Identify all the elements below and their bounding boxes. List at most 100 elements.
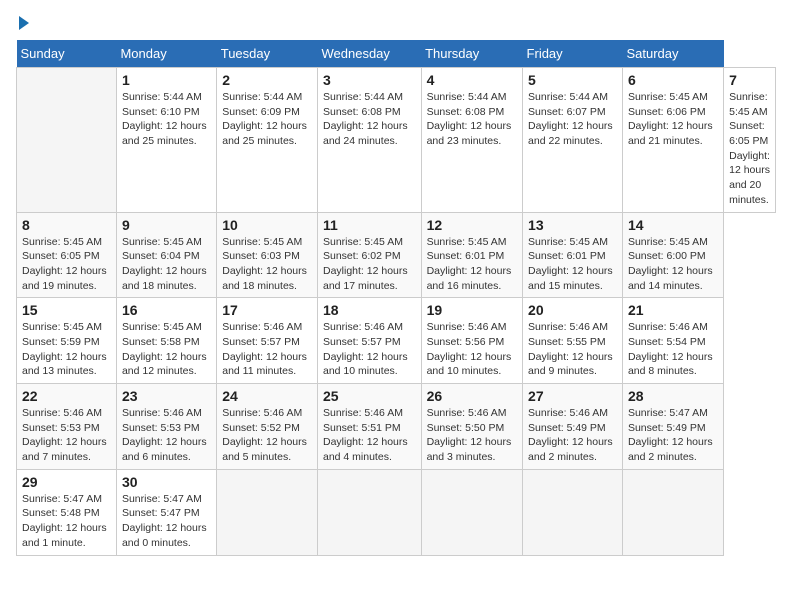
day-info: Sunrise: 5:46 AMSunset: 5:53 PMDaylight:…: [22, 406, 111, 465]
day-number: 20: [528, 302, 617, 318]
day-cell: 22 Sunrise: 5:46 AMSunset: 5:53 PMDayligh…: [17, 384, 117, 470]
week-row-1: 1 Sunrise: 5:44 AMSunset: 6:10 PMDaylight…: [17, 68, 776, 213]
day-info: Sunrise: 5:46 AMSunset: 5:49 PMDaylight:…: [528, 406, 617, 465]
day-info: Sunrise: 5:44 AMSunset: 6:10 PMDaylight:…: [122, 90, 211, 149]
day-cell: 2Sunrise: 5:44 AMSunset: 6:09 PMDaylight…: [217, 68, 318, 213]
logo: [16, 16, 29, 30]
day-info: Sunrise: 5:44 AMSunset: 6:07 PMDaylight:…: [528, 90, 617, 149]
day-cell: 16 Sunrise: 5:45 AMSunset: 5:58 PMDayligh…: [116, 298, 216, 384]
day-cell: 19Sunrise: 5:46 AMSunset: 5:56 PMDayligh…: [421, 298, 522, 384]
day-number: 14: [628, 217, 718, 233]
day-number: 4: [427, 72, 517, 88]
day-number: 17: [222, 302, 312, 318]
day-info: Sunrise: 5:45 AMSunset: 6:05 PMDaylight:…: [22, 235, 111, 294]
column-header-monday: Monday: [116, 40, 216, 68]
day-cell: 7 Sunrise: 5:45 AMSunset: 6:05 PMDaylight…: [724, 68, 776, 213]
day-number: 13: [528, 217, 617, 233]
day-info: Sunrise: 5:46 AMSunset: 5:52 PMDaylight:…: [222, 406, 312, 465]
day-cell: [523, 469, 623, 555]
header-row: SundayMondayTuesdayWednesdayThursdayFrid…: [17, 40, 776, 68]
column-header-wednesday: Wednesday: [317, 40, 421, 68]
day-cell: 15 Sunrise: 5:45 AMSunset: 5:59 PMDayligh…: [17, 298, 117, 384]
day-number: 25: [323, 388, 416, 404]
day-info: Sunrise: 5:45 AMSunset: 6:02 PMDaylight:…: [323, 235, 416, 294]
day-number: 27: [528, 388, 617, 404]
column-header-sunday: Sunday: [17, 40, 117, 68]
column-header-friday: Friday: [523, 40, 623, 68]
day-info: Sunrise: 5:46 AMSunset: 5:51 PMDaylight:…: [323, 406, 416, 465]
day-number: 15: [22, 302, 111, 318]
day-cell: 23Sunrise: 5:46 AMSunset: 5:53 PMDayligh…: [116, 384, 216, 470]
day-number: 16: [122, 302, 211, 318]
day-info: Sunrise: 5:44 AMSunset: 6:08 PMDaylight:…: [427, 90, 517, 149]
day-cell: [317, 469, 421, 555]
day-number: 10: [222, 217, 312, 233]
day-info: Sunrise: 5:45 AMSunset: 6:05 PMDaylight:…: [729, 90, 770, 208]
day-cell: [622, 469, 723, 555]
day-cell: 27 Sunrise: 5:46 AMSunset: 5:49 PMDayligh…: [523, 384, 623, 470]
day-cell: 28 Sunrise: 5:47 AMSunset: 5:49 PMDayligh…: [622, 384, 723, 470]
day-number: 3: [323, 72, 416, 88]
day-cell: 18 Sunrise: 5:46 AMSunset: 5:57 PMDayligh…: [317, 298, 421, 384]
day-number: 19: [427, 302, 517, 318]
day-number: 12: [427, 217, 517, 233]
day-cell: 9 Sunrise: 5:45 AMSunset: 6:04 PMDaylight…: [116, 212, 216, 298]
day-info: Sunrise: 5:47 AMSunset: 5:47 PMDaylight:…: [122, 492, 211, 551]
week-row-5: 29Sunrise: 5:47 AMSunset: 5:48 PMDayligh…: [17, 469, 776, 555]
column-header-tuesday: Tuesday: [217, 40, 318, 68]
day-number: 2: [222, 72, 312, 88]
day-info: Sunrise: 5:47 AMSunset: 5:49 PMDaylight:…: [628, 406, 718, 465]
week-row-2: 8 Sunrise: 5:45 AMSunset: 6:05 PMDaylight…: [17, 212, 776, 298]
day-cell: 13 Sunrise: 5:45 AMSunset: 6:01 PMDayligh…: [523, 212, 623, 298]
day-cell: 29Sunrise: 5:47 AMSunset: 5:48 PMDayligh…: [17, 469, 117, 555]
day-number: 6: [628, 72, 718, 88]
day-info: Sunrise: 5:45 AMSunset: 5:59 PMDaylight:…: [22, 320, 111, 379]
day-number: 8: [22, 217, 111, 233]
day-info: Sunrise: 5:45 AMSunset: 6:01 PMDaylight:…: [427, 235, 517, 294]
day-info: Sunrise: 5:45 AMSunset: 6:04 PMDaylight:…: [122, 235, 211, 294]
day-number: 21: [628, 302, 718, 318]
day-cell: 8 Sunrise: 5:45 AMSunset: 6:05 PMDaylight…: [17, 212, 117, 298]
day-cell: 25 Sunrise: 5:46 AMSunset: 5:51 PMDayligh…: [317, 384, 421, 470]
day-cell: 14 Sunrise: 5:45 AMSunset: 6:00 PMDayligh…: [622, 212, 723, 298]
day-cell: 26Sunrise: 5:46 AMSunset: 5:50 PMDayligh…: [421, 384, 522, 470]
day-cell: 5 Sunrise: 5:44 AMSunset: 6:07 PMDaylight…: [523, 68, 623, 213]
day-cell: 6 Sunrise: 5:45 AMSunset: 6:06 PMDaylight…: [622, 68, 723, 213]
day-number: 9: [122, 217, 211, 233]
day-cell: 1 Sunrise: 5:44 AMSunset: 6:10 PMDaylight…: [116, 68, 216, 213]
day-number: 30: [122, 474, 211, 490]
week-row-4: 22 Sunrise: 5:46 AMSunset: 5:53 PMDayligh…: [17, 384, 776, 470]
day-info: Sunrise: 5:46 AMSunset: 5:57 PMDaylight:…: [323, 320, 416, 379]
day-cell: 12 Sunrise: 5:45 AMSunset: 6:01 PMDayligh…: [421, 212, 522, 298]
day-cell: 20Sunrise: 5:46 AMSunset: 5:55 PMDayligh…: [523, 298, 623, 384]
day-info: Sunrise: 5:45 AMSunset: 6:06 PMDaylight:…: [628, 90, 718, 149]
day-number: 23: [122, 388, 211, 404]
day-cell: 3Sunrise: 5:44 AMSunset: 6:08 PMDaylight…: [317, 68, 421, 213]
day-cell: 21 Sunrise: 5:46 AMSunset: 5:54 PMDayligh…: [622, 298, 723, 384]
day-number: 7: [729, 72, 770, 88]
day-cell: 24 Sunrise: 5:46 AMSunset: 5:52 PMDayligh…: [217, 384, 318, 470]
empty-cell: [17, 68, 117, 213]
day-cell: 30 Sunrise: 5:47 AMSunset: 5:47 PMDayligh…: [116, 469, 216, 555]
day-number: 29: [22, 474, 111, 490]
day-cell: 17 Sunrise: 5:46 AMSunset: 5:57 PMDayligh…: [217, 298, 318, 384]
day-number: 1: [122, 72, 211, 88]
day-cell: [421, 469, 522, 555]
day-info: Sunrise: 5:45 AMSunset: 6:01 PMDaylight:…: [528, 235, 617, 294]
logo-arrow-icon: [19, 16, 29, 30]
day-info: Sunrise: 5:45 AMSunset: 6:00 PMDaylight:…: [628, 235, 718, 294]
week-row-3: 15 Sunrise: 5:45 AMSunset: 5:59 PMDayligh…: [17, 298, 776, 384]
day-number: 18: [323, 302, 416, 318]
page-header: [16, 16, 776, 30]
day-number: 11: [323, 217, 416, 233]
day-info: Sunrise: 5:45 AMSunset: 5:58 PMDaylight:…: [122, 320, 211, 379]
calendar-table: SundayMondayTuesdayWednesdayThursdayFrid…: [16, 40, 776, 556]
day-info: Sunrise: 5:46 AMSunset: 5:57 PMDaylight:…: [222, 320, 312, 379]
day-info: Sunrise: 5:46 AMSunset: 5:54 PMDaylight:…: [628, 320, 718, 379]
day-number: 22: [22, 388, 111, 404]
day-number: 5: [528, 72, 617, 88]
day-cell: 10 Sunrise: 5:45 AMSunset: 6:03 PMDayligh…: [217, 212, 318, 298]
day-number: 28: [628, 388, 718, 404]
day-info: Sunrise: 5:45 AMSunset: 6:03 PMDaylight:…: [222, 235, 312, 294]
day-number: 24: [222, 388, 312, 404]
